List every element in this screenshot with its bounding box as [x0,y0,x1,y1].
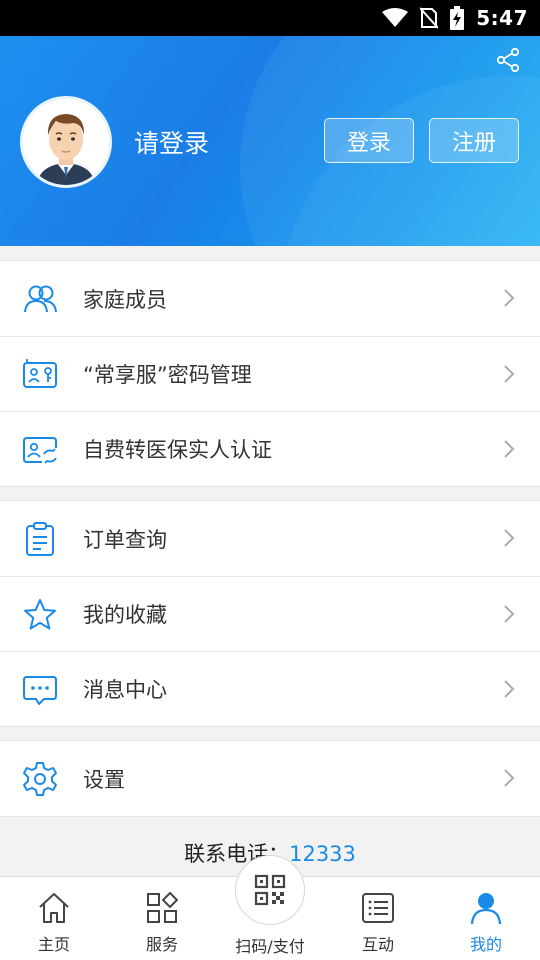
gear-icon [23,762,57,796]
menu-item-label: “常享服”密码管理 [83,363,252,387]
chevron-right-icon [504,365,515,383]
menu-item-message-center[interactable]: 消息中心 [0,651,540,726]
chevron-right-icon [504,529,515,547]
chevron-right-icon [504,769,515,787]
login-button[interactable]: 登录 [324,118,414,163]
menu-item-label: 设置 [83,767,125,792]
chevron-right-icon [504,440,515,458]
password-card-icon [23,359,57,388]
menu-item-favorites[interactable]: 我的收藏 [0,576,540,651]
menu-item-label: 消息中心 [83,678,167,702]
share-icon [496,47,520,73]
scan-pay-button[interactable] [235,855,305,925]
tab-label: 主页 [37,935,70,954]
login-prompt[interactable]: 请登录 [134,124,209,160]
star-icon [24,599,56,630]
message-icon [23,676,57,705]
person-icon [470,893,502,925]
tab-home[interactable]: 主页 [0,877,108,960]
menu-group-activity: 订单查询 我的收藏 消息中心 [0,500,540,727]
tab-label: 互动 [361,935,394,954]
menu-item-real-person-verify[interactable]: 自费转医保实人认证 [0,411,540,486]
chevron-right-icon [504,605,515,623]
menu-item-password-management[interactable]: “常享服”密码管理 [0,336,540,411]
wifi-icon [382,8,409,27]
tab-mine[interactable]: 我的 [432,877,540,960]
list-icon [362,893,394,923]
tab-label: 我的 [469,935,502,954]
menu-item-label: 自费转医保实人认证 [83,438,272,462]
avatar[interactable] [20,96,112,188]
home-icon [39,893,69,923]
menu-item-settings[interactable]: 设置 [0,741,540,816]
status-icons: 5:47 [382,0,528,36]
qr-code-icon [254,874,286,906]
menu-item-label: 我的收藏 [83,603,167,627]
menu-group-account: 家庭成员 “常享服”密码管理 自费转医保实人认证 [0,260,540,487]
menu-item-label: 家庭成员 [83,287,167,312]
id-verify-icon [23,437,57,464]
chevron-right-icon [504,289,515,307]
status-bar: 5:47 [0,0,540,36]
tab-label: 服务 [145,935,178,954]
status-time: 5:47 [476,6,528,30]
clipboard-icon [26,522,54,556]
battery-charging-icon [450,6,465,30]
no-sim-icon [420,7,439,29]
tab-label-scan-pay[interactable]: 扫码/支付 [216,933,324,957]
profile-header: 请登录 登录 注册 [0,36,540,246]
register-button[interactable]: 注册 [429,118,519,163]
share-button[interactable] [494,46,522,74]
family-members-icon [24,285,57,313]
menu-item-label: 订单查询 [83,527,167,552]
contact-number[interactable]: 12333 [289,842,356,866]
chevron-right-icon [504,680,515,698]
menu-item-family-members[interactable]: 家庭成员 [0,261,540,336]
tab-services[interactable]: 服务 [108,877,216,960]
bottom-tab-bar: 主页 服务 扫码/支付 互动 我的 [0,855,540,960]
menu-group-settings: 设置 [0,740,540,817]
grid-icon [147,891,179,923]
tab-interact[interactable]: 互动 [324,877,432,960]
avatar-image [23,99,109,185]
menu-item-order-query[interactable]: 订单查询 [0,501,540,576]
